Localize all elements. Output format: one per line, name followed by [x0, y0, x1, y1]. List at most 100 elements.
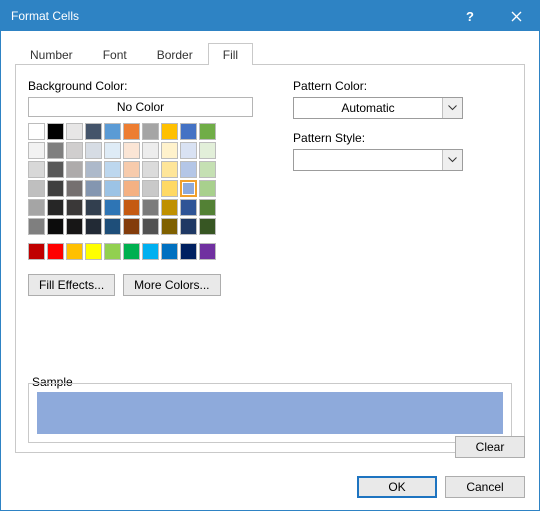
color-swatch[interactable] [47, 218, 64, 235]
color-swatch[interactable] [104, 199, 121, 216]
color-swatch[interactable] [104, 218, 121, 235]
sample-swatch [37, 392, 503, 434]
color-swatch[interactable] [104, 161, 121, 178]
color-swatch[interactable] [66, 123, 83, 140]
color-swatch[interactable] [47, 180, 64, 197]
color-swatch[interactable] [199, 123, 216, 140]
color-swatch[interactable] [142, 199, 159, 216]
cancel-button[interactable]: Cancel [445, 476, 525, 498]
color-swatch[interactable] [123, 243, 140, 260]
color-swatch[interactable] [104, 243, 121, 260]
color-swatch[interactable] [199, 142, 216, 159]
color-swatch[interactable] [180, 161, 197, 178]
color-swatch[interactable] [66, 161, 83, 178]
pattern-style-label: Pattern Style: [293, 131, 512, 145]
ok-button[interactable]: OK [357, 476, 437, 498]
sample-box [28, 383, 512, 443]
color-swatch[interactable] [142, 218, 159, 235]
color-swatch[interactable] [85, 123, 102, 140]
color-swatch[interactable] [142, 142, 159, 159]
color-swatch[interactable] [47, 243, 64, 260]
help-button[interactable]: ? [447, 1, 493, 31]
color-swatch[interactable] [28, 142, 45, 159]
pattern-color-label: Pattern Color: [293, 79, 512, 93]
color-swatch[interactable] [161, 180, 178, 197]
color-swatch[interactable] [123, 180, 140, 197]
titlebar: Format Cells ? [1, 1, 539, 31]
color-swatch[interactable] [180, 180, 197, 197]
color-swatch[interactable] [180, 199, 197, 216]
background-color-label: Background Color: [28, 79, 253, 93]
color-swatch[interactable] [161, 142, 178, 159]
color-swatch[interactable] [123, 161, 140, 178]
color-swatch[interactable] [66, 218, 83, 235]
color-swatch[interactable] [123, 142, 140, 159]
color-swatch[interactable] [161, 243, 178, 260]
color-swatch[interactable] [161, 218, 178, 235]
pattern-style-combo[interactable] [293, 149, 463, 171]
color-swatch[interactable] [199, 243, 216, 260]
pattern-style-value [294, 150, 442, 170]
color-swatch[interactable] [199, 180, 216, 197]
color-swatch[interactable] [104, 123, 121, 140]
more-colors-button[interactable]: More Colors... [123, 274, 220, 296]
color-swatch[interactable] [28, 180, 45, 197]
color-swatch[interactable] [123, 123, 140, 140]
color-swatch[interactable] [161, 161, 178, 178]
fill-effects-button[interactable]: Fill Effects... [28, 274, 115, 296]
color-swatch[interactable] [180, 142, 197, 159]
color-swatch[interactable] [142, 243, 159, 260]
color-swatch[interactable] [161, 199, 178, 216]
color-swatch[interactable] [66, 142, 83, 159]
tab-number[interactable]: Number [15, 43, 88, 65]
dialog-body: Number Font Border Fill Background Color… [1, 31, 539, 510]
pattern-color-combo[interactable]: Automatic [293, 97, 463, 119]
standard-color-grid [28, 243, 253, 260]
color-swatch[interactable] [28, 199, 45, 216]
color-swatch[interactable] [85, 161, 102, 178]
color-swatch[interactable] [161, 123, 178, 140]
color-swatch[interactable] [66, 180, 83, 197]
color-swatch[interactable] [28, 243, 45, 260]
color-swatch[interactable] [47, 142, 64, 159]
clear-button[interactable]: Clear [455, 436, 525, 458]
color-swatch[interactable] [104, 142, 121, 159]
color-swatch[interactable] [142, 180, 159, 197]
color-swatch[interactable] [47, 161, 64, 178]
color-swatch[interactable] [142, 123, 159, 140]
chevron-down-icon [442, 150, 462, 170]
color-swatch[interactable] [199, 218, 216, 235]
color-swatch[interactable] [85, 199, 102, 216]
color-swatch[interactable] [180, 243, 197, 260]
tab-fill[interactable]: Fill [208, 43, 253, 65]
color-swatch[interactable] [123, 199, 140, 216]
color-swatch[interactable] [85, 243, 102, 260]
tab-font[interactable]: Font [88, 43, 142, 65]
window-title: Format Cells [11, 9, 447, 23]
color-swatch[interactable] [66, 199, 83, 216]
color-swatch[interactable] [142, 161, 159, 178]
tabstrip: Number Font Border Fill [15, 41, 525, 65]
color-swatch[interactable] [180, 218, 197, 235]
color-swatch[interactable] [47, 199, 64, 216]
color-swatch[interactable] [199, 161, 216, 178]
color-swatch[interactable] [66, 243, 83, 260]
close-button[interactable] [493, 1, 539, 31]
format-cells-dialog: Format Cells ? Number Font Border Fill B… [0, 0, 540, 511]
chevron-down-icon [442, 98, 462, 118]
color-swatch[interactable] [28, 218, 45, 235]
color-swatch[interactable] [85, 142, 102, 159]
dialog-footer: OK Cancel [357, 476, 525, 498]
color-swatch[interactable] [104, 180, 121, 197]
tab-border[interactable]: Border [142, 43, 208, 65]
color-swatch[interactable] [28, 161, 45, 178]
color-swatch[interactable] [123, 218, 140, 235]
color-swatch[interactable] [199, 199, 216, 216]
color-swatch[interactable] [180, 123, 197, 140]
no-color-button[interactable]: No Color [28, 97, 253, 117]
color-swatch[interactable] [47, 123, 64, 140]
pattern-color-value: Automatic [294, 98, 442, 118]
color-swatch[interactable] [28, 123, 45, 140]
color-swatch[interactable] [85, 180, 102, 197]
color-swatch[interactable] [85, 218, 102, 235]
